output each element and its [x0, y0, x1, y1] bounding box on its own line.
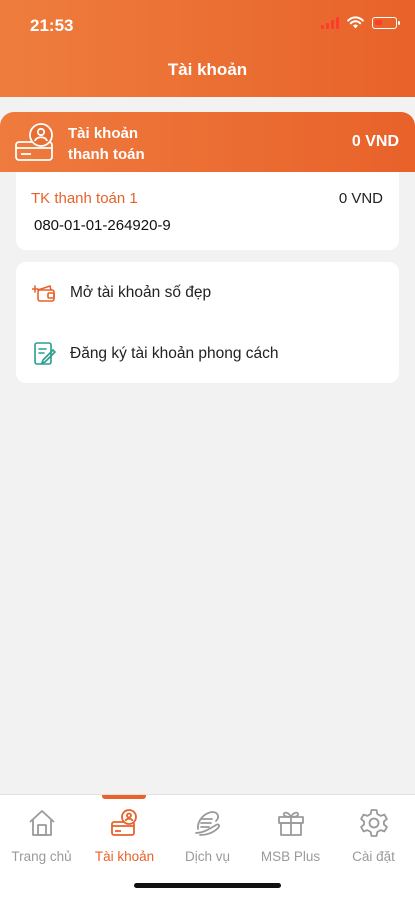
tab-label: Tài khoản	[94, 849, 155, 864]
active-tab-indicator	[102, 795, 146, 799]
account-card-icon	[15, 123, 53, 161]
account-group-total: 0 VND	[351, 133, 399, 150]
cellular-signal-icon	[321, 16, 339, 29]
account-group-header[interactable]: Tài khoản thanh toán 0 VND	[0, 112, 415, 172]
app-header: 21:53 Tài khoản	[0, 0, 415, 97]
tab-home[interactable]: Trang chủ	[0, 807, 83, 864]
account-card-icon	[110, 809, 137, 836]
account-group-label-line2: thanh toán	[68, 146, 145, 163]
home-indicator[interactable]	[134, 883, 281, 888]
tab-services[interactable]: Dịch vụ	[166, 807, 249, 864]
tab-settings[interactable]: Cài đặt	[332, 807, 415, 864]
gift-icon	[277, 811, 304, 836]
options-card: Mở tài khoản số đẹp Đăng ký tài khoản ph…	[16, 262, 399, 383]
open-beautiful-number-option[interactable]: Mở tài khoản số đẹp	[16, 273, 399, 313]
tab-account[interactable]: Tài khoản	[83, 807, 166, 864]
tab-label: MSB Plus	[260, 849, 321, 864]
tab-label: Dịch vụ	[184, 849, 230, 864]
gear-icon	[359, 809, 388, 837]
tab-label: Cài đặt	[352, 849, 395, 864]
status-bar: 21:53	[0, 0, 415, 50]
register-style-account-option[interactable]: Đăng ký tài khoản phong cách	[16, 334, 399, 374]
battery-icon	[372, 16, 400, 29]
option-label: Mở tài khoản số đẹp	[70, 284, 212, 301]
account-balance: 0 VND	[338, 190, 383, 207]
status-time: 21:53	[30, 16, 74, 35]
wallet-plus-icon	[32, 284, 55, 302]
status-icons	[321, 16, 400, 29]
account-item[interactable]: TK thanh toán 1 0 VND 080-01-01-264920-9	[16, 172, 399, 250]
tab-label: Trang chủ	[11, 849, 72, 864]
wifi-icon	[347, 16, 364, 29]
account-group-label: Tài khoản thanh toán	[68, 123, 145, 165]
document-edit-icon	[34, 342, 57, 365]
account-number: 080-01-01-264920-9	[34, 217, 171, 234]
account-group-label-line1: Tài khoản	[68, 125, 139, 142]
account-name: TK thanh toán 1	[31, 190, 138, 207]
option-label: Đăng ký tài khoản phong cách	[70, 345, 279, 362]
services-icon	[194, 811, 220, 836]
page-title: Tài khoản	[167, 60, 248, 79]
tab-msb-plus[interactable]: MSB Plus	[249, 807, 332, 864]
home-icon	[28, 810, 55, 836]
